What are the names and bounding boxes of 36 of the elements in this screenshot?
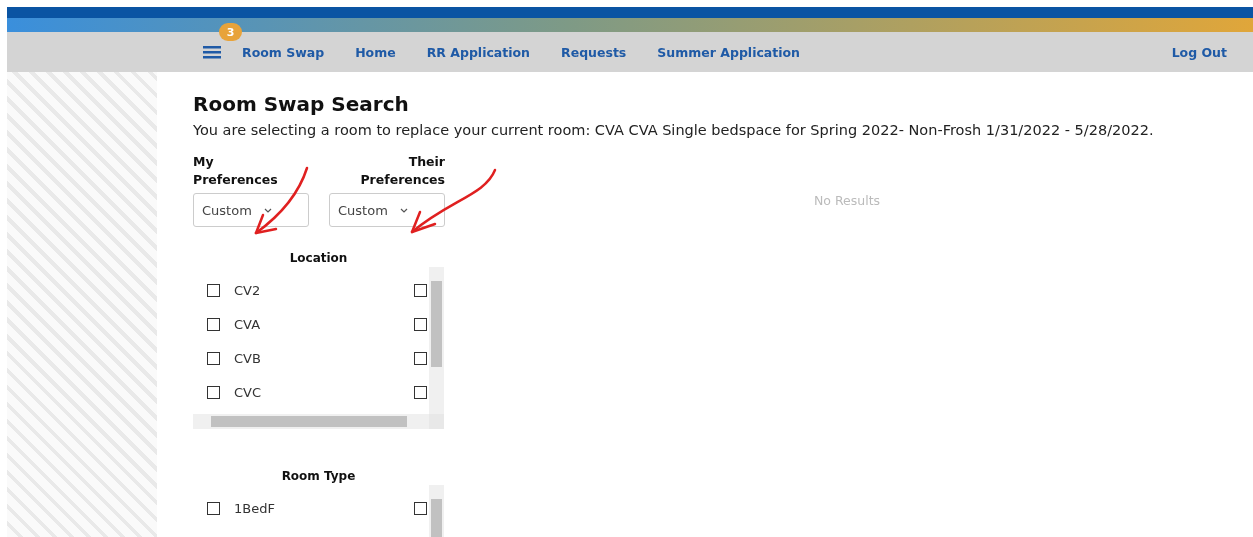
preferences-label: Their Preferences (359, 153, 445, 189)
nav-link[interactable]: RR Application (426, 44, 531, 60)
nav-link[interactable]: Summer Application (657, 44, 800, 60)
checkbox[interactable] (207, 351, 220, 365)
nav-link[interactable]: Requests (561, 44, 627, 60)
nav-link[interactable]: Room Swap (242, 44, 325, 60)
option-label: 1BedF (234, 500, 276, 516)
nav-link[interactable]: Home (355, 44, 396, 60)
checkbox[interactable] (414, 351, 427, 365)
logout-link[interactable]: Log Out (1171, 44, 1227, 60)
menu-icon[interactable] (202, 44, 222, 60)
checkbox[interactable] (414, 501, 427, 515)
page-title: Room Swap Search (193, 92, 410, 116)
preferences-dropdown[interactable]: Custom (193, 193, 309, 227)
vertical-scrollbar[interactable] (429, 267, 444, 414)
checkbox[interactable] (414, 283, 427, 297)
preferences-dropdown[interactable]: Custom (329, 193, 445, 227)
checkbox[interactable] (207, 501, 220, 515)
checkbox[interactable] (414, 385, 427, 399)
checkbox[interactable] (414, 317, 427, 331)
notification-badge: 3 (219, 23, 242, 41)
filter-title: Location (288, 251, 349, 265)
filter-title: Room Type (280, 469, 357, 483)
description-text: You are selecting a room to replace your current room: CVA CVA Single bedspace for Spring 2022- Non-Frosh 1/31/2022 - 5/28/2022. (193, 121, 1155, 140)
caret-icon (399, 207, 408, 213)
checkbox[interactable] (207, 283, 220, 297)
checkbox[interactable] (207, 317, 220, 331)
option-label: CV2 (234, 282, 262, 298)
horizontal-scrollbar[interactable] (193, 414, 429, 429)
option-label: CVC (234, 384, 263, 400)
option-label: CVA (234, 316, 262, 332)
filter-list[interactable]: CV2 CVA CVB CVC (193, 267, 444, 429)
option-label: CVB (234, 350, 262, 366)
caret-icon (263, 207, 272, 213)
checkbox[interactable] (207, 385, 220, 399)
no-results-text: No Results (814, 193, 881, 208)
